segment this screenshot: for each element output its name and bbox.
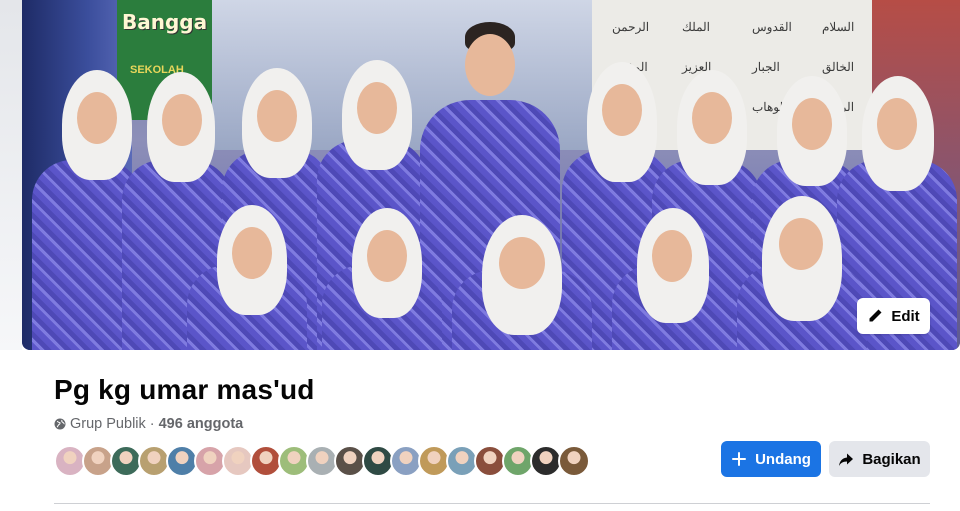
cover-person — [452, 215, 592, 350]
share-arrow-icon — [839, 453, 854, 466]
calligraphy-glyph: الملك — [682, 20, 711, 34]
group-meta: Grup Publik · 496 anggota — [54, 416, 243, 432]
page-background — [0, 0, 22, 350]
calligraphy-glyph: الخالق — [822, 60, 855, 74]
pencil-icon — [869, 309, 882, 322]
invite-label: Undang — [755, 450, 811, 468]
plus-icon — [732, 452, 747, 466]
edit-cover-label: Edit — [891, 307, 920, 325]
edit-cover-button[interactable]: Edit — [857, 298, 930, 334]
header-divider — [54, 503, 930, 504]
cover-photo: الرحمن الملك القدوس السلام المؤمن العزيز… — [22, 0, 960, 350]
meta-separator: · — [149, 416, 155, 432]
cover-person — [322, 208, 442, 350]
cover-banner-text: Bangga — [122, 10, 208, 34]
member-count[interactable]: 496 anggota — [159, 416, 244, 432]
calligraphy-glyph: السلام — [822, 20, 855, 34]
cover-person — [612, 208, 732, 350]
group-privacy[interactable]: Grup Publik — [70, 416, 146, 432]
group-name: Pg kg umar mas'ud — [54, 374, 315, 405]
share-button[interactable]: Bagikan — [829, 441, 930, 477]
share-label: Bagikan — [862, 450, 921, 468]
member-avatars — [54, 445, 590, 477]
globe-icon — [54, 418, 66, 430]
member-avatar[interactable] — [558, 445, 590, 477]
cover-person — [187, 205, 307, 350]
calligraphy-glyph: الرحمن — [612, 20, 650, 34]
cover-person — [737, 196, 867, 350]
calligraphy-glyph: القدوس — [752, 20, 792, 34]
invite-button[interactable]: Undang — [721, 441, 821, 477]
